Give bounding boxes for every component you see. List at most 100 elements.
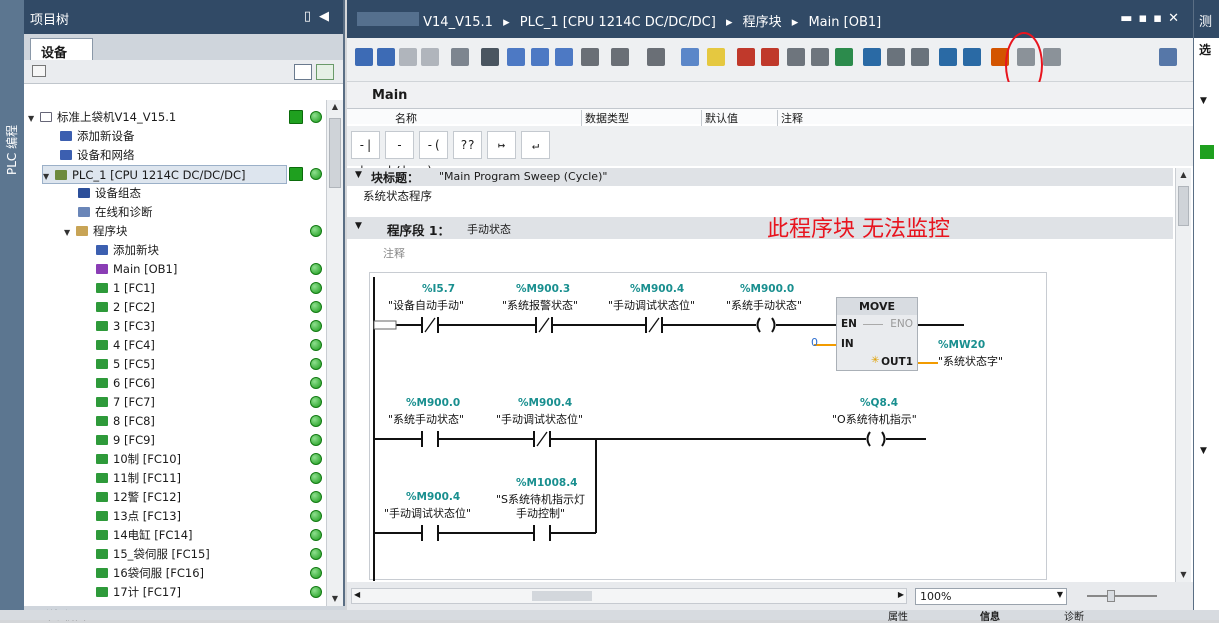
append-row-icon[interactable] [421, 48, 439, 66]
tree-item-fc[interactable]: 11制 [FC11] [96, 469, 181, 488]
collapse-icon[interactable]: ▼ [355, 221, 362, 231]
insert-row-icon[interactable] [399, 48, 417, 66]
tree-item-fc[interactable]: 4 [FC4] [96, 336, 155, 355]
tree-item-device-config[interactable]: 设备组态 [78, 184, 141, 203]
contact-address[interactable]: %M900.4 [518, 397, 572, 409]
tree-item-fc[interactable]: 1 [FC1] [96, 279, 155, 298]
col-default[interactable]: 默认值 [701, 110, 738, 126]
nc-contact-button[interactable]: -|/|- [385, 131, 415, 178]
tree-item-add-device[interactable]: 添加新设备 [60, 127, 135, 146]
block-title-value[interactable]: "Main Program Sweep (Cycle)" [439, 170, 607, 183]
comment-icon[interactable] [555, 48, 573, 66]
contact-address[interactable]: %M900.4 [406, 491, 460, 503]
tab-info[interactable]: 信息 [980, 608, 1000, 623]
contact-address[interactable]: %M1008.4 [516, 477, 578, 489]
contact-address[interactable]: %I5.7 [422, 283, 455, 295]
tree-item-online-diag[interactable]: 在线和诊断 [78, 203, 153, 222]
contact-symbol-line2[interactable]: 手动控制" [516, 505, 565, 521]
tree-item-fc[interactable]: 5 [FC5] [96, 355, 155, 374]
contact-symbol[interactable]: "设备自动手动" [388, 297, 464, 313]
tasks-tab[interactable]: 选 [1194, 38, 1219, 58]
tree-item-fc[interactable]: 14电缸 [FC14] [96, 526, 193, 545]
out-address[interactable]: %MW20 [938, 339, 985, 351]
zoom-slider[interactable] [1087, 595, 1157, 597]
tree-scrollbar[interactable]: ▲ ▼ [326, 100, 343, 606]
panel-controls[interactable]: ▯◀ [304, 9, 337, 24]
scroll-thumb[interactable] [1178, 186, 1189, 226]
zoom-select[interactable]: 100% ▼ [915, 588, 1067, 605]
in-value[interactable]: 0 [811, 336, 818, 349]
no-contact-button[interactable]: -| |- [351, 131, 380, 178]
editor-scrollbar[interactable]: ▲ ▼ [1175, 168, 1191, 582]
breadcrumb-program-blocks[interactable]: 程序块 [743, 15, 782, 30]
tree-item-project[interactable]: ▼ 标准上袋机V14_V15.1 [28, 108, 176, 127]
col-comment[interactable]: 注释 [777, 110, 803, 126]
coil-button[interactable]: -( )- [419, 131, 448, 178]
coil-symbol[interactable]: "系统手动状态" [726, 297, 802, 313]
coil-address[interactable]: %M900.0 [740, 283, 794, 295]
breadcrumb-main-ob1[interactable]: Main [OB1] [808, 15, 881, 30]
compile-icon[interactable] [835, 48, 853, 66]
contact-symbol[interactable]: "手动调试状态位" [608, 297, 695, 313]
contact-address[interactable]: %M900.0 [406, 397, 460, 409]
refresh-icon[interactable] [939, 48, 957, 66]
block-title-bar[interactable]: ▼ 块标题： "Main Program Sweep (Cycle)" [347, 168, 1173, 186]
delete-network-icon[interactable] [377, 48, 395, 66]
tree-item-fc[interactable]: 17计 [FC17] [96, 583, 181, 602]
insert-network-icon[interactable] [355, 48, 373, 66]
tree-item-fc[interactable]: 10制 [FC10] [96, 450, 181, 469]
tree-item-main-ob1[interactable]: Main [OB1] [96, 260, 177, 279]
tab-properties[interactable]: 属性 [888, 608, 908, 623]
coil-address[interactable]: %Q8.4 [860, 397, 898, 409]
collapse-icon[interactable]: ▼ [1200, 96, 1207, 106]
cross-ref-icon[interactable] [611, 48, 629, 66]
network-comment[interactable]: 注释 [383, 245, 405, 261]
compare-icon[interactable] [647, 48, 665, 66]
scroll-down-icon[interactable]: ▼ [1176, 568, 1191, 582]
favorites-icon[interactable] [507, 48, 525, 66]
col-name[interactable]: 名称 [395, 110, 417, 126]
contact-address[interactable]: %M900.3 [516, 283, 570, 295]
tree-item-fc[interactable]: 12警 [FC12] [96, 488, 181, 507]
contact-symbol[interactable]: "系统报警状态" [502, 297, 578, 313]
out-symbol[interactable]: "系统状态字" [938, 353, 1003, 369]
tree-item-fc[interactable]: 6 [FC6] [96, 374, 155, 393]
sync-icon[interactable] [316, 64, 334, 80]
network-1-bar[interactable]: ▼ 程序段 1： 手动状态 [347, 217, 1173, 239]
tree-item-fc[interactable]: 16袋伺服 [FC16] [96, 564, 204, 583]
go-offline-icon[interactable] [887, 48, 905, 66]
contact-symbol[interactable]: "手动调试状态位" [384, 505, 471, 521]
contact-symbol[interactable]: "手动调试状态位" [496, 411, 583, 427]
tree-item-program-blocks[interactable]: ▼ 程序块 [64, 222, 128, 241]
zoom-slider-handle[interactable] [1107, 590, 1115, 602]
close-branch-button[interactable]: ↵ [521, 131, 550, 159]
highlight-icon[interactable] [707, 48, 725, 66]
block-comment[interactable]: 系统状态程序 [363, 188, 432, 204]
tree-item-fc[interactable]: 8 [FC8] [96, 412, 155, 431]
contact-symbol[interactable]: "系统手动状态" [388, 411, 464, 427]
tree-item-fc[interactable]: 15_袋伺服 [FC15] [96, 545, 210, 564]
tree-item-fc[interactable]: 2 [FC2] [96, 298, 155, 317]
breakpoint-icon[interactable] [761, 48, 779, 66]
empty-box-button[interactable]: ?? [453, 131, 482, 159]
coil-symbol[interactable]: "O系统待机指示" [832, 411, 917, 427]
scroll-down-icon[interactable]: ▼ [327, 592, 343, 606]
reset-icon[interactable] [963, 48, 981, 66]
delete-breakpoint-icon[interactable] [737, 48, 755, 66]
collapse-icon[interactable]: ▼ [355, 170, 362, 180]
split-view-icon[interactable] [1159, 48, 1177, 66]
scroll-thumb[interactable] [329, 118, 341, 188]
h-scroll-thumb[interactable] [532, 591, 592, 601]
tree-item-fc[interactable]: 7 [FC7] [96, 393, 155, 412]
breadcrumb-project[interactable]: V14_V15.1 [423, 15, 493, 30]
close-all-icon[interactable] [481, 48, 499, 66]
monitor-settings-icon[interactable] [1043, 48, 1061, 66]
upload-icon[interactable] [811, 48, 829, 66]
absolute-operands-icon[interactable] [531, 48, 549, 66]
breadcrumb-plc[interactable]: PLC_1 [CPU 1214C DC/DC/DC] [520, 15, 716, 30]
navigation-icon[interactable] [681, 48, 699, 66]
scroll-left-icon[interactable]: ◀ [354, 590, 360, 599]
open-all-icon[interactable] [451, 48, 469, 66]
collapse-icon[interactable]: ▼ [1200, 446, 1207, 456]
tab-devices[interactable]: 设备 [30, 38, 93, 61]
